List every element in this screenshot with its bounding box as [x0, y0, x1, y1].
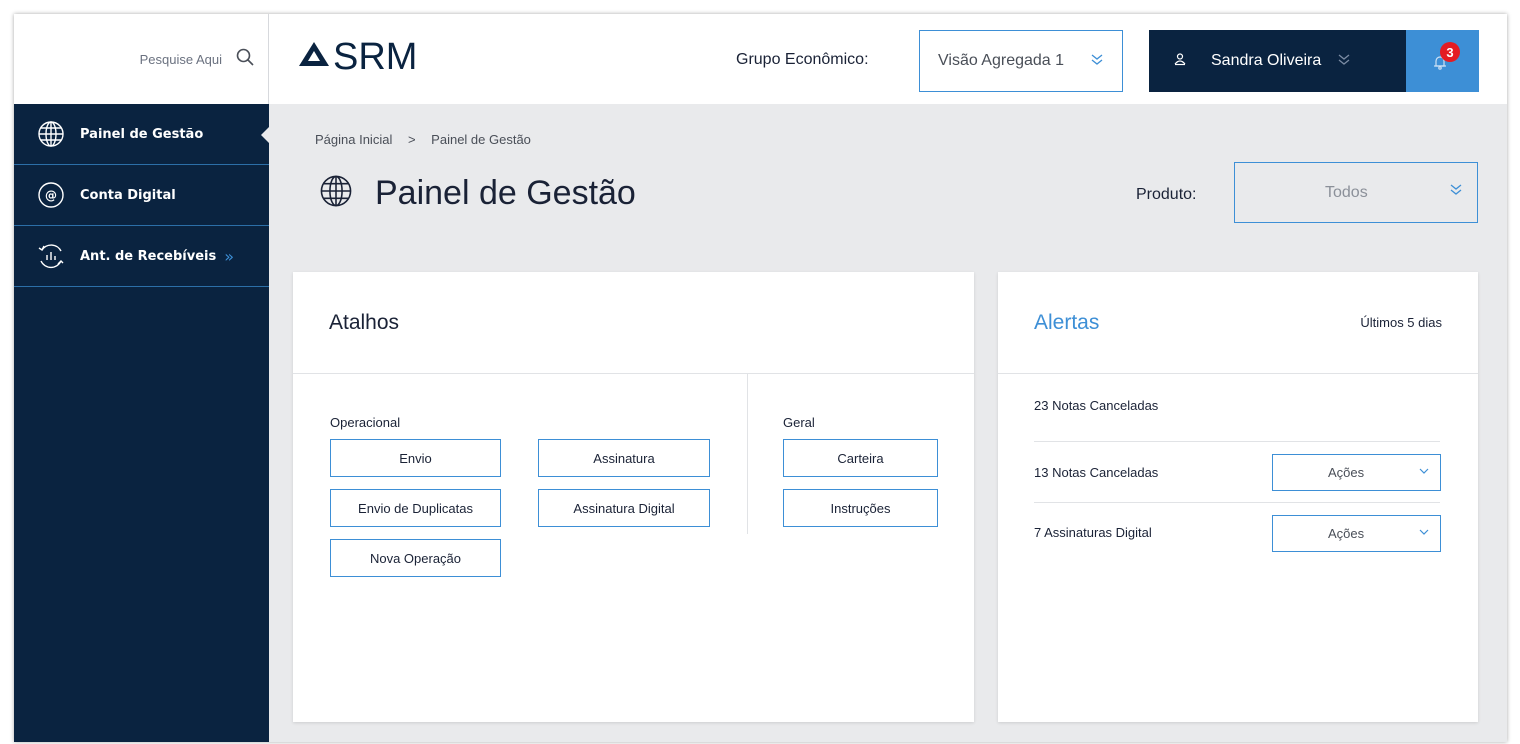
breadcrumb-separator: >: [407, 132, 416, 147]
alertas-card-header: Alertas Últimos 5 dias: [998, 272, 1478, 374]
sidebar-item-label: Conta Digital: [80, 187, 176, 203]
notification-count-badge: 3: [1440, 42, 1460, 62]
double-chevron-down-icon: [1090, 52, 1104, 71]
grupo-economico-value: Visão Agregada 1: [938, 52, 1065, 69]
atalhos-card: Atalhos Operacional Envio Assinatura Env…: [293, 272, 974, 722]
breadcrumb-home-link[interactable]: Página Inicial: [315, 132, 392, 147]
divider: [1034, 441, 1440, 442]
instrucoes-button[interactable]: Instruções: [783, 489, 938, 527]
sidebar-item-conta-digital[interactable]: @ Conta Digital: [14, 165, 269, 226]
globe-icon: [319, 174, 353, 213]
sidebar-item-label: Painel de Gestão: [80, 126, 204, 142]
double-chevron-down-icon: [1449, 181, 1463, 202]
sidebar-item-label: Ant. de Recebíveis: [80, 248, 217, 264]
double-chevron-down-icon: [1337, 52, 1351, 71]
nova-operacao-button[interactable]: Nova Operação: [330, 539, 501, 577]
srm-logo[interactable]: SRM: [297, 36, 437, 81]
divider: [1034, 502, 1440, 503]
user-name: Sandra Oliveira: [1211, 52, 1322, 69]
sidebar-item-ant-de-recebiveis[interactable]: Ant. de Recebíveis »: [14, 226, 269, 287]
assinatura-button[interactable]: Assinatura: [538, 439, 710, 477]
search-input[interactable]: Pesquise Aqui: [140, 52, 222, 67]
page-title: Painel de Gestão: [375, 174, 636, 212]
divider: [747, 374, 748, 534]
user-icon: [1173, 52, 1187, 71]
svg-text:@: @: [45, 189, 57, 203]
sidebar-item-painel-de-gestao[interactable]: Painel de Gestão: [14, 104, 269, 165]
produto-label: Produto:: [1136, 186, 1197, 203]
alertas-period: Últimos 5 dias: [1360, 315, 1442, 330]
produto-value: Todos: [1325, 183, 1368, 201]
grupo-economico-select[interactable]: Visão Agregada 1: [919, 30, 1123, 92]
assinatura-digital-button[interactable]: Assinatura Digital: [538, 489, 710, 527]
atalhos-card-header: Atalhos: [293, 272, 974, 374]
breadcrumb: Página Inicial > Painel de Gestão: [315, 132, 531, 147]
alert-item-text: 23 Notas Canceladas: [1034, 398, 1159, 413]
alert-acoes-select[interactable]: Ações: [1272, 454, 1441, 491]
notifications-button[interactable]: 3: [1406, 30, 1479, 92]
operacional-label: Operacional: [330, 415, 401, 430]
sidebar-search[interactable]: Pesquise Aqui: [14, 14, 269, 104]
search-icon[interactable]: [236, 48, 254, 71]
receivables-chart-icon: [36, 241, 66, 271]
user-menu[interactable]: Sandra Oliveira: [1149, 30, 1406, 92]
logo-text: SRM: [333, 36, 417, 76]
alertas-title: Alertas: [1034, 310, 1100, 334]
alert-acoes-select[interactable]: Ações: [1272, 515, 1441, 552]
chevron-down-icon: [1418, 465, 1430, 480]
globe-icon: [36, 119, 66, 149]
alertas-card: Alertas Últimos 5 dias 23 Notas Cancelad…: [998, 272, 1478, 722]
sidebar: Pesquise Aqui Painel de Gestão @ Conta D…: [14, 14, 269, 742]
chevron-down-icon: [1418, 526, 1430, 541]
double-chevron-right-icon: »: [224, 246, 235, 266]
at-sign-icon: @: [36, 180, 66, 210]
acoes-label: Ações: [1328, 465, 1365, 480]
carteira-button[interactable]: Carteira: [783, 439, 938, 477]
geral-label: Geral: [783, 415, 815, 430]
app-window: Pesquise Aqui Painel de Gestão @ Conta D…: [14, 14, 1507, 742]
envio-button[interactable]: Envio: [330, 439, 501, 477]
breadcrumb-current: Painel de Gestão: [431, 132, 531, 147]
top-bar: SRM Grupo Econômico: Visão Agregada 1 Sa…: [269, 14, 1507, 104]
envio-de-duplicatas-button[interactable]: Envio de Duplicatas: [330, 489, 501, 527]
atalhos-title: Atalhos: [329, 310, 400, 334]
produto-select[interactable]: Todos: [1234, 162, 1478, 223]
grupo-economico-label: Grupo Econômico:: [736, 51, 869, 68]
page-header: Painel de Gestão: [319, 174, 636, 213]
acoes-label: Ações: [1328, 526, 1365, 541]
